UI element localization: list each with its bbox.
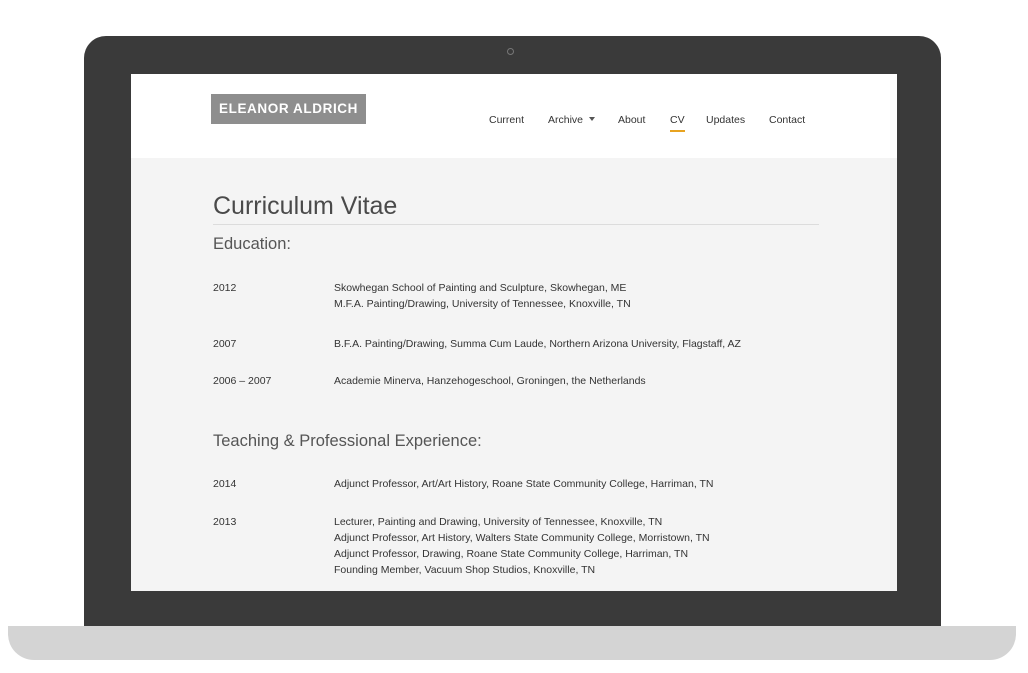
cv-entry-details: Academie Minerva, Hanzehogeschool, Groni… (334, 375, 646, 391)
nav-item-contact[interactable]: Contact (769, 113, 805, 127)
cv-entry-line: B.F.A. Painting/Drawing, Summa Cum Laude… (334, 338, 741, 350)
cv-entry-line: M.F.A. Painting/Drawing, University of T… (334, 298, 631, 310)
cv-entry-year: 2014 (213, 478, 237, 490)
cv-entry-line: Adjunct Professor, Art/Art History, Roan… (334, 478, 714, 490)
page-title: Curriculum Vitae (213, 192, 398, 220)
cv-entry-year: 2006 – 2007 (213, 375, 272, 387)
nav-item-label: Contact (769, 114, 806, 126)
cv-entry-line: Academie Minerva, Hanzehogeschool, Groni… (334, 375, 646, 387)
nav-item-label: Updates (706, 114, 746, 126)
cv-entry-details: Skowhegan School of Painting and Sculptu… (334, 282, 631, 314)
nav-item-current[interactable]: Current (489, 113, 524, 127)
nav-item-label: CV (670, 114, 685, 126)
nav-item-archive[interactable]: Archive (548, 113, 596, 127)
nav-item-about[interactable]: About (618, 113, 645, 127)
laptop-screen: ELEANOR ALDRICH Current Archive About CV… (131, 74, 897, 591)
site-header: ELEANOR ALDRICH Current Archive About CV… (131, 74, 897, 158)
cv-entry-details: Lecturer, Painting and Drawing, Universi… (334, 516, 710, 580)
nav-item-label: About (618, 114, 646, 126)
title-divider (213, 224, 819, 225)
chevron-down-icon (589, 117, 596, 122)
cv-entry-year: 2007 (213, 338, 237, 350)
cv-entry-details: Adjunct Professor, Art/Art History, Roan… (334, 478, 714, 494)
nav-item-label: Archive (548, 114, 584, 126)
cv-entry-year: 2013 (213, 516, 237, 528)
camera-icon (507, 48, 514, 55)
nav-item-cv[interactable]: CV (670, 113, 685, 132)
cv-entry-details: B.F.A. Painting/Drawing, Summa Cum Laude… (334, 338, 741, 354)
laptop-base (8, 626, 1016, 660)
nav-item-updates[interactable]: Updates (706, 113, 745, 127)
laptop-mockup: ELEANOR ALDRICH Current Archive About CV… (0, 0, 1028, 673)
section-heading-teaching-experience: Teaching & Professional Experience: (213, 432, 482, 450)
main-nav: Current Archive About CV Updates Contact (131, 113, 897, 133)
nav-item-label: Current (489, 114, 525, 126)
section-heading-education: Education: (213, 235, 291, 253)
cv-entry-year: 2012 (213, 282, 237, 294)
